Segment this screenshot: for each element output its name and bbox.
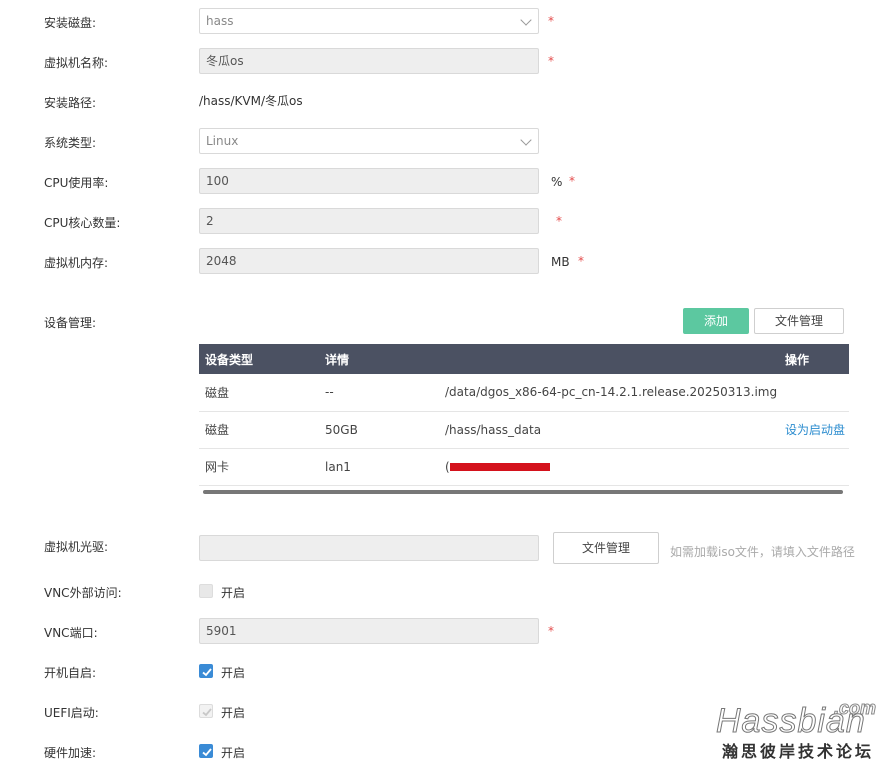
table-row: 磁盘 50GB /hass/hass_data 设为启动盘 (199, 411, 849, 449)
chevron-down-icon (520, 14, 532, 26)
autostart-checkbox[interactable] (199, 664, 213, 678)
device-table: 设备类型 详情 操作 磁盘 -- /data/dgos_x86-64-pc_cn… (199, 344, 849, 486)
column-header-type: 设备类型 (199, 344, 319, 374)
device-details: 50GB (319, 411, 439, 449)
cpu-usage-label: CPU使用率: (44, 176, 109, 190)
table-row: 网卡 lan1 ( (199, 448, 849, 486)
check-icon (202, 748, 212, 757)
install-disk-label: 安装磁盘: (44, 16, 97, 30)
vnc-external-label: VNC外部访问: (44, 586, 122, 600)
vm-name-label: 虚拟机名称: (44, 56, 109, 70)
vm-memory-label: 虚拟机内存: (44, 256, 109, 270)
hw-accel-label: 硬件加速: (44, 746, 97, 760)
device-action (779, 374, 849, 412)
set-boot-disk-link[interactable]: 设为启动盘 (785, 423, 845, 437)
hassbian-watermark: .com Hassbian 瀚思彼岸技术论坛 (716, 698, 886, 762)
device-path: /hass/hass_data (439, 411, 779, 449)
column-header-details: 详情 (319, 344, 439, 374)
required-mark: * (548, 14, 554, 28)
uefi-label: UEFI启动: (44, 706, 99, 720)
device-details: -- (319, 374, 439, 412)
device-type: 网卡 (199, 448, 319, 486)
watermark-brand: Hassbian (716, 702, 866, 741)
column-header-action: 操作 (779, 344, 849, 374)
required-mark: * (548, 624, 554, 638)
check-icon (202, 668, 212, 677)
file-management-button[interactable]: 文件管理 (754, 308, 844, 334)
vnc-port-label: VNC端口: (44, 626, 98, 640)
system-type-label: 系统类型: (44, 136, 97, 150)
cdrom-label: 虚拟机光驱: (44, 540, 109, 554)
system-type-select[interactable]: Linux (199, 128, 539, 154)
device-type: 磁盘 (199, 374, 319, 412)
cdrom-hint: 如需加载iso文件，请填入文件路径 (670, 545, 855, 559)
add-device-button[interactable]: 添加 (683, 308, 749, 334)
cdrom-file-management-button[interactable]: 文件管理 (553, 532, 659, 564)
device-details: lan1 (319, 448, 439, 486)
vm-memory-input[interactable]: 2048 (199, 248, 539, 274)
check-icon (202, 708, 212, 717)
hw-accel-checkbox[interactable] (199, 744, 213, 758)
system-type-value: Linux (206, 134, 239, 148)
vnc-external-checkbox[interactable] (199, 584, 213, 598)
vnc-external-option: 开启 (221, 586, 246, 600)
cpu-cores-input[interactable]: 2 (199, 208, 539, 234)
required-mark: * (578, 254, 584, 268)
cpu-cores-label: CPU核心数量: (44, 216, 121, 230)
install-path-label: 安装路径: (44, 96, 97, 110)
table-row: 磁盘 -- /data/dgos_x86-64-pc_cn-14.2.1.rel… (199, 374, 849, 412)
install-disk-select[interactable]: hass (199, 8, 539, 34)
table-header-row: 设备类型 详情 操作 (199, 344, 849, 374)
vm-memory-unit: MB (551, 255, 570, 269)
install-disk-value: hass (206, 14, 234, 28)
uefi-option: 开启 (221, 706, 246, 720)
column-header-path (439, 344, 779, 374)
watermark-cn: 瀚思彼岸技术论坛 (722, 742, 875, 761)
autostart-label: 开机自启: (44, 666, 97, 680)
device-path: /data/dgos_x86-64-pc_cn-14.2.1.release.2… (439, 374, 779, 412)
chevron-down-icon (520, 134, 532, 146)
device-action (779, 448, 849, 486)
device-management-label: 设备管理: (44, 316, 97, 330)
cpu-usage-input[interactable]: 100 (199, 168, 539, 194)
cdrom-input[interactable] (199, 535, 539, 561)
cpu-usage-unit: % (551, 175, 563, 189)
vnc-port-input[interactable]: 5901 (199, 618, 539, 644)
redaction-bar (449, 463, 550, 471)
device-type: 磁盘 (199, 411, 319, 449)
required-mark: * (556, 214, 562, 228)
vm-name-input[interactable]: 冬瓜os (199, 48, 539, 74)
hw-accel-option: 开启 (221, 746, 246, 760)
autostart-option: 开启 (221, 666, 246, 680)
install-path-value: /hass/KVM/冬瓜os (199, 94, 303, 108)
uefi-checkbox (199, 704, 213, 718)
required-mark: * (569, 174, 575, 188)
required-mark: * (548, 54, 554, 68)
table-horizontal-scrollbar[interactable] (203, 490, 843, 494)
